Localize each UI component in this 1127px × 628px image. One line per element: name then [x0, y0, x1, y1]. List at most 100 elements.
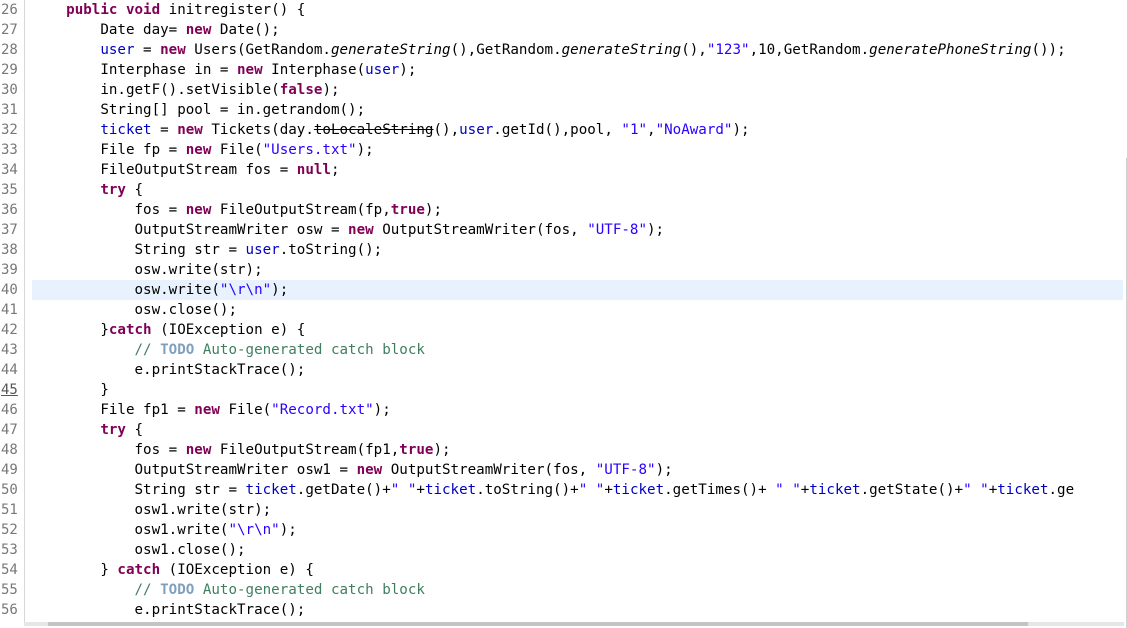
code-text[interactable]: String[] pool = in.getrandom(); [32, 100, 365, 120]
token-cmt: // [32, 342, 161, 358]
code-line[interactable]: 42 }catch (IOException e) { [0, 320, 1127, 340]
code-text[interactable]: File fp = new File("Users.txt"); [32, 140, 373, 160]
token: File fp = [32, 142, 186, 158]
token: Date day= [32, 22, 186, 38]
code-line[interactable]: 27 Date day= new Date(); [0, 20, 1127, 40]
code-line[interactable]: 37 OutputStreamWriter osw = new OutputSt… [0, 220, 1127, 240]
token-todo: TODO [160, 582, 195, 598]
line-number: 39 [1, 262, 18, 278]
token-cmt: Auto-generated catch block [194, 342, 425, 358]
code-line[interactable]: 30 in.getF().setVisible(false); [0, 80, 1127, 100]
token: in.getF().setVisible( [32, 82, 280, 98]
code-text[interactable]: osw1.close(); [32, 540, 245, 560]
code-line[interactable]: 29 Interphase in = new Interphase(user); [0, 60, 1127, 80]
code-line[interactable]: 41 osw.close(); [0, 300, 1127, 320]
token: , [647, 122, 656, 138]
code-text[interactable]: } [32, 380, 109, 400]
token-str: " " [390, 482, 417, 498]
code-line[interactable]: 45 } [0, 380, 1127, 400]
code-text[interactable]: user = new Users(GetRandom.generateStrin… [32, 40, 1065, 60]
token-kw: new [160, 42, 186, 58]
code-line[interactable]: 44 e.printStackTrace(); [0, 360, 1127, 380]
code-line[interactable]: 31 String[] pool = in.getrandom(); [0, 100, 1127, 120]
line-number: 40 [1, 282, 18, 298]
code-editor[interactable]: 26 public void initregister() {27 Date d… [0, 0, 1127, 628]
token: } [32, 382, 109, 398]
code-text[interactable]: e.printStackTrace(); [32, 360, 305, 380]
token-str: "UTF-8" [587, 222, 648, 238]
line-number: 47 [1, 422, 18, 438]
code-text[interactable]: osw.write(str); [32, 260, 262, 280]
code-line[interactable]: 56 e.printStackTrace(); [0, 600, 1127, 620]
line-number: 33 [1, 142, 18, 158]
token-kw: catch [108, 322, 152, 338]
code-line[interactable]: 34 FileOutputStream fos = null; [0, 160, 1127, 180]
code-line[interactable]: 40 osw.write("\r\n"); [0, 280, 1127, 300]
token-cmt: Auto-generated catch block [194, 582, 425, 598]
code-text[interactable]: }catch (IOException e) { [32, 320, 305, 340]
token: File( [219, 402, 272, 418]
code-text[interactable]: File fp1 = new File("Record.txt"); [32, 400, 390, 420]
code-line[interactable]: 38 String str = user.toString(); [0, 240, 1127, 260]
code-line[interactable]: 46 File fp1 = new File("Record.txt"); [0, 400, 1127, 420]
code-line[interactable]: 39 osw.write(str); [0, 260, 1127, 280]
horizontal-scrollbar[interactable] [24, 622, 1124, 626]
code-text[interactable]: OutputStreamWriter osw = new OutputStrea… [32, 220, 664, 240]
token: initregister() { [160, 2, 306, 18]
code-text[interactable]: osw.write("\r\n"); [32, 280, 288, 300]
code-line[interactable]: 50 String str = ticket.getDate()+" "+tic… [0, 480, 1127, 500]
code-text[interactable]: FileOutputStream fos = null; [32, 160, 339, 180]
token-str: "UTF-8" [595, 462, 656, 478]
line-number: 54 [1, 562, 18, 578]
code-text[interactable]: // TODO Auto-generated catch block [32, 580, 425, 600]
code-line[interactable]: 26 public void initregister() { [0, 0, 1127, 20]
code-line[interactable]: 35 try { [0, 180, 1127, 200]
code-line[interactable]: 52 osw1.write("\r\n"); [0, 520, 1127, 540]
token: Users(GetRandom. [185, 42, 331, 58]
code-text[interactable]: Interphase in = new Interphase(user); [32, 60, 416, 80]
line-number: 52 [1, 522, 18, 538]
code-line[interactable]: 48 fos = new FileOutputStream(fp1,true); [0, 440, 1127, 460]
code-text[interactable]: osw.close(); [32, 300, 237, 320]
token: ); [399, 62, 417, 78]
code-line[interactable]: 54 } catch (IOException e) { [0, 560, 1127, 580]
token-kw: catch [117, 562, 161, 578]
token: File fp1 = [32, 402, 195, 418]
token-todo: TODO [160, 342, 195, 358]
code-text[interactable]: in.getF().setVisible(false); [32, 80, 339, 100]
code-line[interactable]: 32 ticket = new Tickets(day.toLocaleStri… [0, 120, 1127, 140]
code-line[interactable]: 55 // TODO Auto-generated catch block [0, 580, 1127, 600]
code-line[interactable]: 51 osw1.write(str); [0, 500, 1127, 520]
code-line[interactable]: 43 // TODO Auto-generated catch block [0, 340, 1127, 360]
code-lines[interactable]: 26 public void initregister() {27 Date d… [0, 0, 1127, 620]
code-line[interactable]: 49 OutputStreamWriter osw1 = new OutputS… [0, 460, 1127, 480]
code-text[interactable]: String str = ticket.getDate()+" "+ticket… [32, 480, 1074, 500]
code-line[interactable]: 47 try { [0, 420, 1127, 440]
code-text[interactable]: try { [32, 180, 143, 200]
token: OutputStreamWriter osw1 = [32, 462, 357, 478]
code-text[interactable]: String str = user.toString(); [32, 240, 382, 260]
code-text[interactable]: // TODO Auto-generated catch block [32, 340, 425, 360]
code-text[interactable]: osw1.write(str); [32, 500, 271, 520]
code-text[interactable]: fos = new FileOutputStream(fp,true); [32, 200, 442, 220]
code-line[interactable]: 53 osw1.close(); [0, 540, 1127, 560]
code-text[interactable]: public void initregister() { [32, 0, 305, 20]
line-number: 56 [1, 602, 18, 618]
code-text[interactable]: } catch (IOException e) { [32, 560, 314, 580]
code-line[interactable]: 28 user = new Users(GetRandom.generateSt… [0, 40, 1127, 60]
code-text[interactable]: e.printStackTrace(); [32, 600, 305, 620]
code-text[interactable]: ticket = new Tickets(day.toLocaleString(… [32, 120, 749, 140]
code-text[interactable]: Date day= new Date(); [32, 20, 279, 40]
token: String[] pool = in.getrandom(); [32, 102, 366, 118]
code-line[interactable]: 33 File fp = new File("Users.txt"); [0, 140, 1127, 160]
horizontal-scrollbar-thumb[interactable] [48, 622, 1028, 626]
code-text[interactable]: try { [32, 420, 143, 440]
code-text[interactable]: osw1.write("\r\n"); [32, 520, 296, 540]
code-text[interactable]: fos = new FileOutputStream(fp1,true); [32, 440, 450, 460]
code-line[interactable]: 36 fos = new FileOutputStream(fp,true); [0, 200, 1127, 220]
code-text[interactable]: OutputStreamWriter osw1 = new OutputStre… [32, 460, 672, 480]
token-kw: new [348, 222, 374, 238]
token-kw: try [100, 422, 126, 438]
token: ); [424, 202, 443, 218]
